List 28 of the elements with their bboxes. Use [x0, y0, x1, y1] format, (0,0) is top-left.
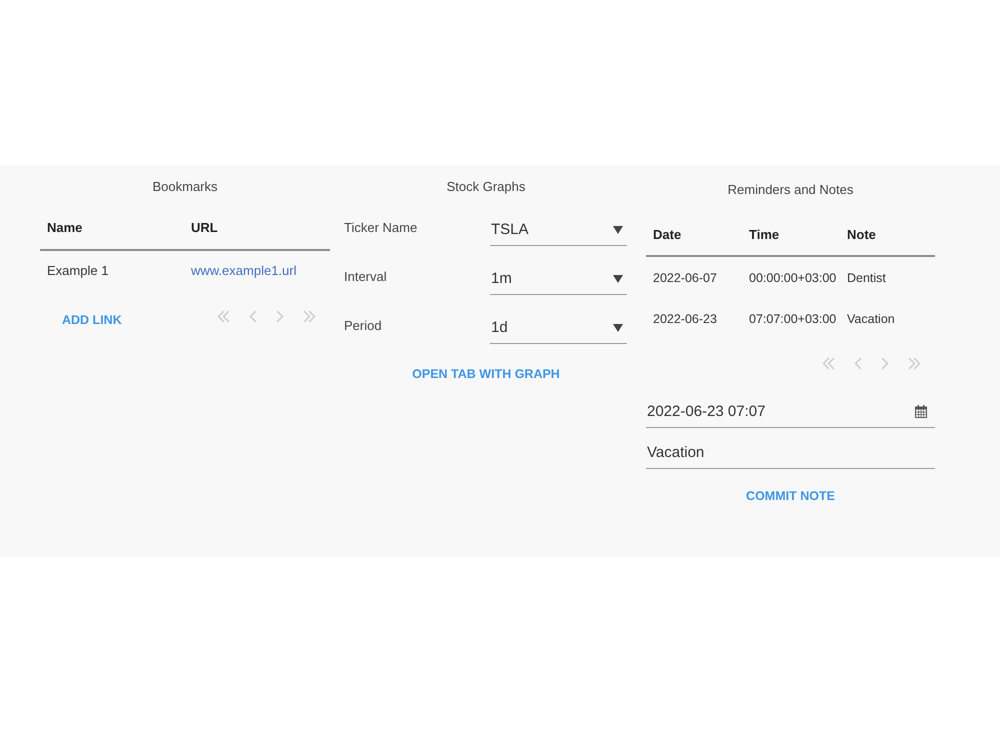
table-cell: 2022-06-07 — [653, 270, 717, 284]
caret-icon — [613, 226, 623, 234]
column-header: Time — [749, 227, 780, 243]
caret-icon — [613, 274, 623, 282]
dropdown-field[interactable]: 1m — [490, 261, 627, 295]
calendar-icon — [915, 405, 927, 418]
field-label: Interval — [344, 268, 387, 284]
url-link[interactable]: www.example1.url — [191, 263, 296, 278]
section-title: Bookmarks — [152, 179, 218, 195]
column-header: URL — [191, 220, 218, 236]
section-title: Reminders and Notes — [728, 182, 854, 198]
column-header: Note — [847, 227, 876, 243]
table-cell: 07:07:00+03:00 — [749, 312, 836, 326]
dropdown-field[interactable]: 1d — [490, 310, 627, 344]
section-title: Stock Graphs — [446, 179, 526, 195]
table-cell: 00:00:00+03:00 — [749, 270, 836, 284]
table-cell: Dentist — [847, 270, 886, 284]
caret-icon — [613, 324, 623, 332]
note-field[interactable]: Vacation — [646, 435, 935, 469]
field-label: Period — [344, 318, 382, 332]
table-cell: Vacation — [847, 312, 895, 326]
column-header: Name — [47, 220, 82, 236]
field-label: Ticker Name — [344, 220, 418, 234]
table-cell: Example 1 — [47, 263, 108, 278]
column-header: Date — [653, 227, 682, 243]
date-time-field[interactable]: 2022-06-23 07:07 — [646, 394, 935, 428]
table-cell: 2022-06-23 — [653, 312, 717, 326]
dropdown-field[interactable]: TSLA — [490, 212, 627, 246]
